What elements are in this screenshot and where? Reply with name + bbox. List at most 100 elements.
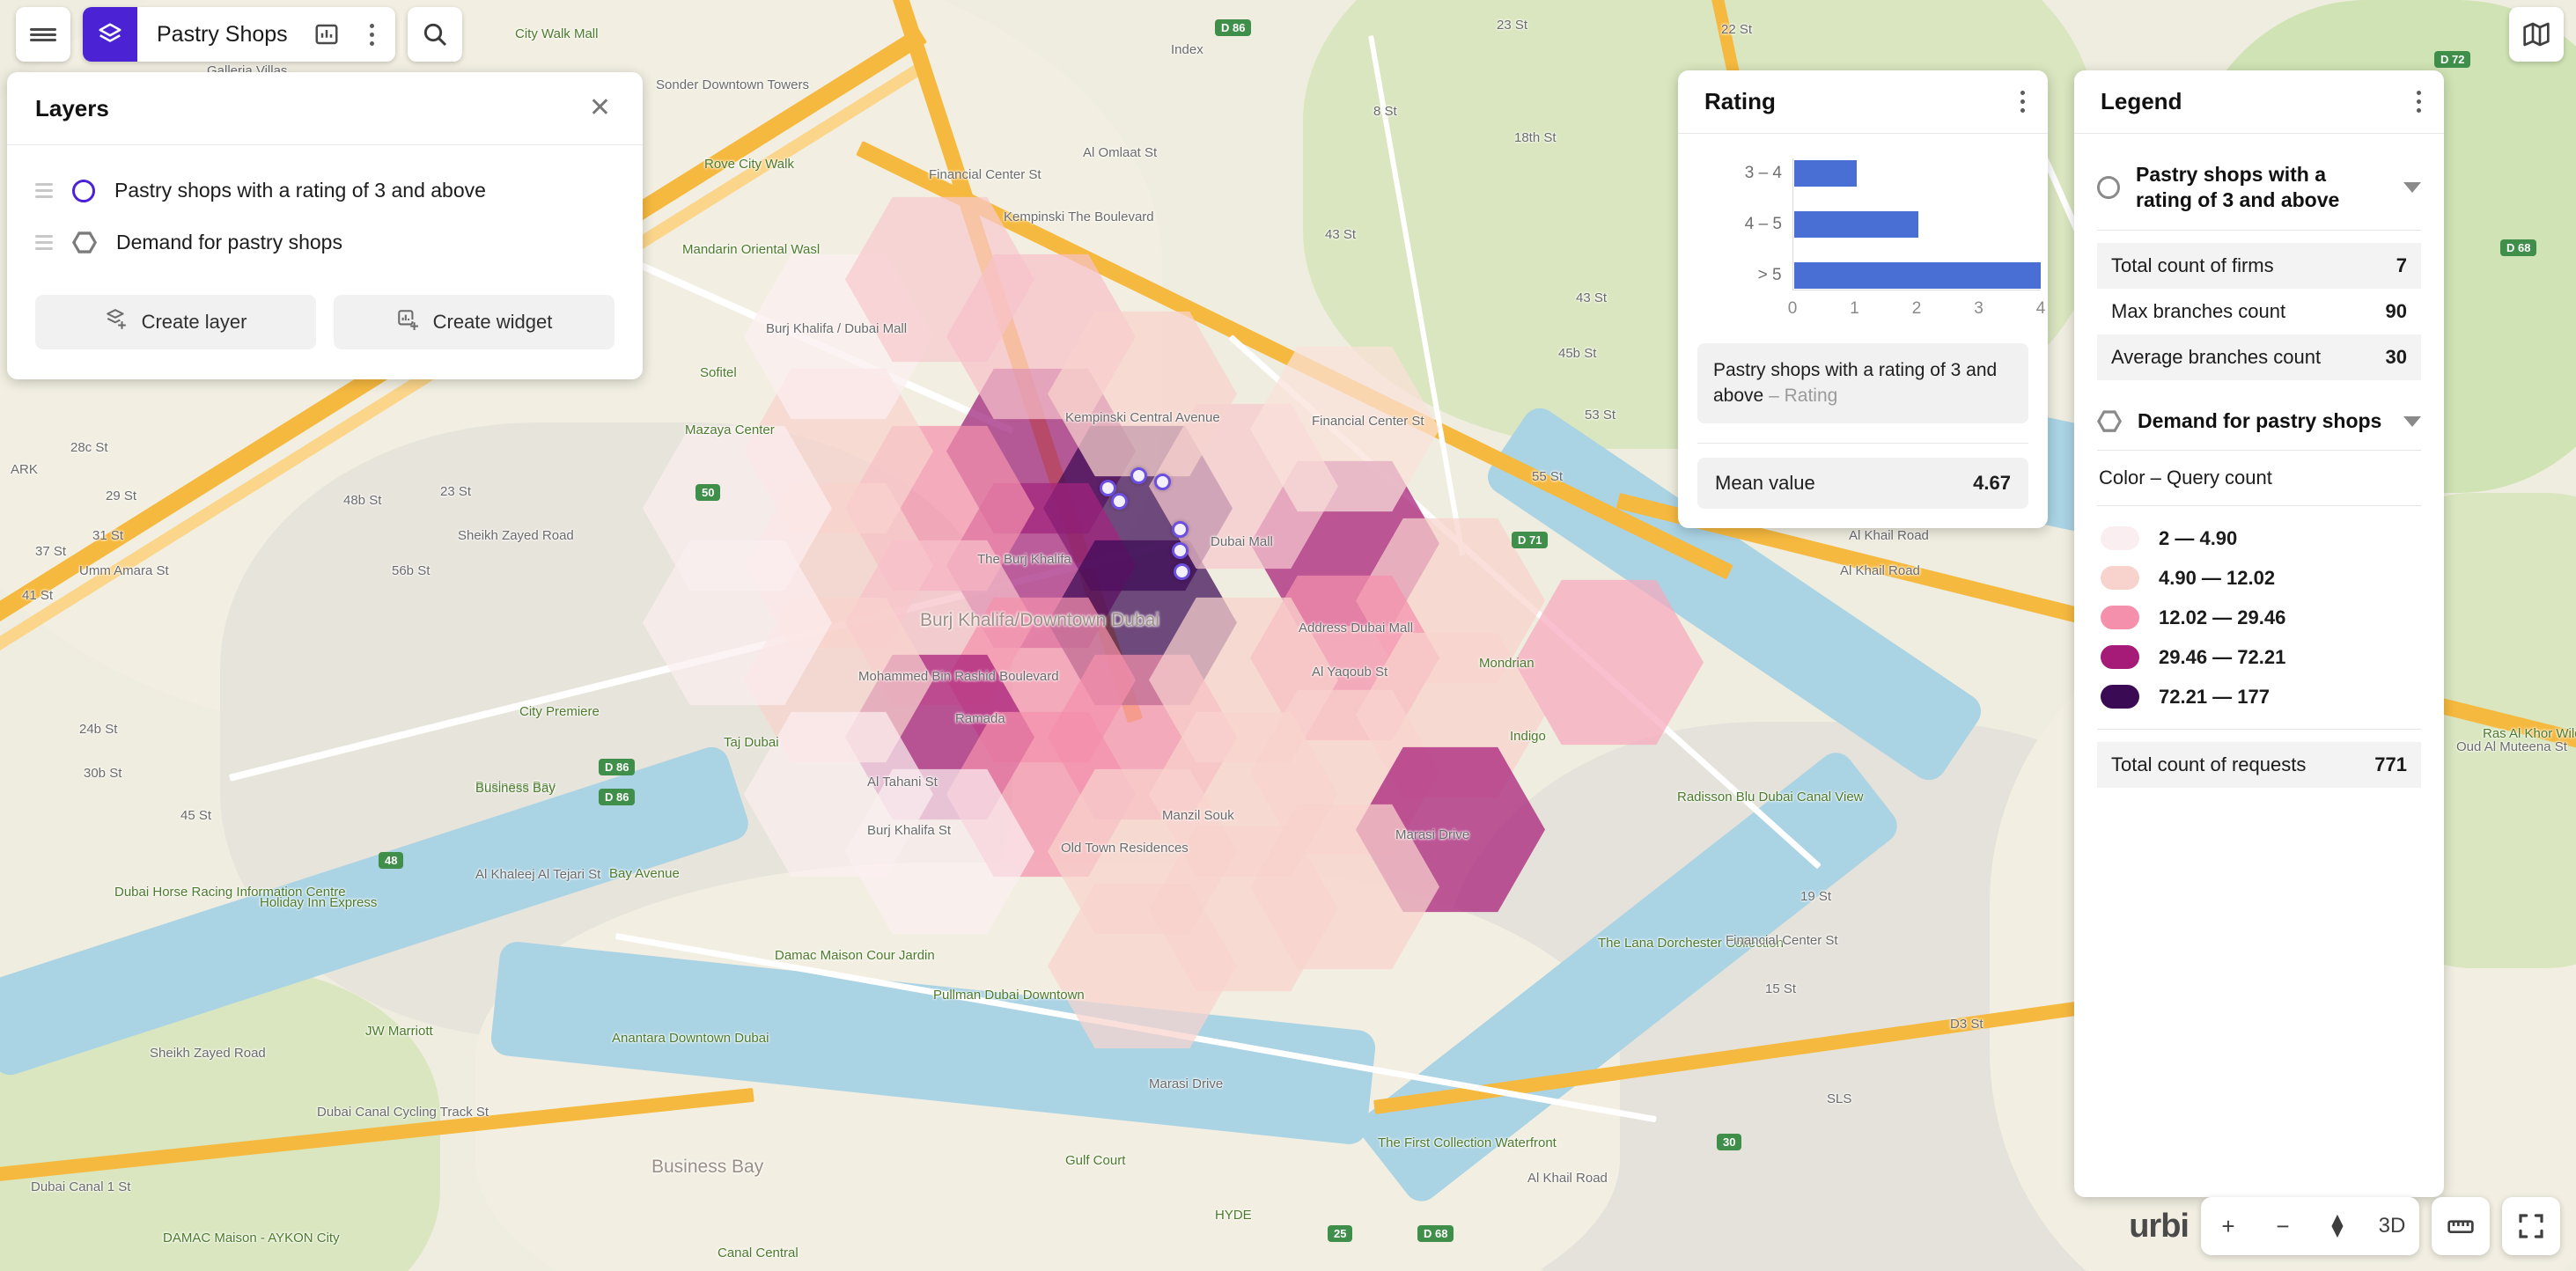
pastry-shop-marker[interactable]	[1111, 493, 1128, 510]
compass-button[interactable]	[2310, 1197, 2365, 1255]
legend-stat-value: 7	[2396, 253, 2407, 276]
layer-list-item-label: Pastry shops with a rating of 3 and abov…	[114, 179, 486, 202]
circle-outline-icon	[2097, 176, 2120, 200]
chart-x-tick-labels: 0 1 2 3 4	[1788, 299, 2046, 322]
three-d-toggle-button[interactable]: 3D	[2365, 1197, 2419, 1255]
chart-category-label: 3 – 4	[1744, 164, 1782, 182]
pastry-shop-marker[interactable]	[1130, 467, 1147, 484]
legend-stats-table: Total count of firms 7 Max branches count 9…	[2097, 242, 2421, 380]
layers-panel-header: Layers ✕	[7, 72, 643, 145]
divider	[2097, 729, 2421, 731]
fullscreen-button[interactable]	[2502, 1197, 2560, 1255]
zoom-controls: + − 3D	[2201, 1197, 2419, 1255]
legend-color-swatch	[2101, 645, 2139, 670]
chart-bar-row[interactable]: 4 – 5	[1708, 211, 2041, 238]
fullscreen-icon	[2519, 1214, 2543, 1238]
legend-swatch-row[interactable]: 12.02 — 29.46	[2097, 598, 2421, 637]
rating-subject-layer: Pastry shops with a rating of 3 and abov…	[1713, 360, 1998, 407]
legend-stats-table: Total count of requests 771	[2097, 742, 2421, 789]
rating-subject-metric: Rating	[1784, 386, 1838, 407]
legend-color-swatch	[2101, 606, 2139, 630]
chart-x-tick: 0	[1787, 299, 1798, 318]
pastry-shop-marker[interactable]	[1172, 521, 1189, 538]
layers-list: Pastry shops with a rating of 3 and abov…	[7, 145, 643, 276]
legend-color-swatch	[2101, 566, 2139, 591]
layers-panel-title: Layers	[35, 94, 109, 121]
zoom-out-button[interactable]: −	[2256, 1197, 2310, 1255]
legend-stat-value: 30	[2385, 345, 2407, 368]
divider	[2097, 229, 2421, 231]
urbi-logo: urbi	[2129, 1207, 2190, 1245]
legend-stat-row: Total count of firms 7	[2097, 242, 2421, 289]
legend-swatch-row[interactable]: 4.90 — 12.02	[2097, 558, 2421, 598]
layer-list-item[interactable]: Demand for pastry shops	[7, 217, 643, 268]
legend-section-header[interactable]: Pastry shops with a rating of 3 and abov…	[2097, 157, 2421, 230]
legend-swatch-row[interactable]: 2 — 4.90	[2097, 518, 2421, 558]
hamburger-menu-button[interactable]	[16, 7, 70, 62]
legend-panel: Legend Pastry shops with a rating of 3 a…	[2074, 70, 2444, 1197]
map-label: Index	[1171, 42, 1203, 57]
create-layer-label: Create layer	[141, 311, 247, 333]
legend-section-header[interactable]: Demand for pastry shops	[2097, 403, 2421, 450]
legend-stat-value: 90	[2385, 299, 2407, 322]
create-widget-label: Create widget	[432, 311, 553, 333]
chart-x-tick: 4	[2035, 299, 2046, 318]
pastry-shop-marker[interactable]	[1154, 474, 1171, 490]
road-shield: D 72	[2434, 51, 2471, 68]
legend-swatch-list: 2 — 4.90 4.90 — 12.02 12.02 — 29.46 29.46 —…	[2097, 506, 2421, 729]
road-shield: D 68	[1417, 1225, 1454, 1242]
chart-bar[interactable]	[1794, 160, 1857, 187]
widget-plus-icon	[396, 308, 419, 336]
chevron-down-icon[interactable]	[2403, 415, 2421, 427]
mean-value-label: Mean value	[1715, 471, 1815, 494]
map-style-icon	[2523, 22, 2550, 47]
chevron-down-icon[interactable]	[2403, 182, 2421, 194]
legend-swatch-row[interactable]: 72.21 — 177	[2097, 677, 2421, 716]
legend-stat-label: Total count of requests	[2111, 753, 2307, 776]
chart-x-tick: 1	[1850, 299, 1859, 318]
road-shield: D 71	[1512, 532, 1549, 548]
chart-bar[interactable]	[1793, 262, 2041, 289]
create-layer-button[interactable]: Create layer	[35, 295, 316, 349]
legend-stat-label: Max branches count	[2111, 299, 2286, 322]
pastry-shop-marker[interactable]	[1174, 563, 1190, 580]
create-widget-button[interactable]: Create widget	[334, 295, 615, 349]
chart-category-label: 4 – 5	[1744, 215, 1782, 233]
pastry-shop-marker[interactable]	[1172, 542, 1189, 559]
close-icon[interactable]: ✕	[580, 92, 620, 125]
chart-bar-row[interactable]: 3 – 4	[1708, 160, 2041, 187]
chart-category-label: > 5	[1757, 266, 1782, 284]
rating-bar-chart: 3 – 4 4 – 5 > 5 0 1 2 3 4	[1678, 134, 2048, 336]
chart-bar[interactable]	[1794, 211, 1918, 238]
legend-more-button[interactable]	[2417, 91, 2421, 113]
legend-swatch-label: 29.46 — 72.21	[2159, 645, 2286, 668]
map-label: 30b St	[84, 766, 122, 781]
page-title: Pastry Shops	[157, 21, 288, 47]
layers-panel-actions: Create layer Create widget	[7, 276, 643, 379]
zoom-in-button[interactable]: +	[2201, 1197, 2256, 1255]
map-label: 24b St	[79, 722, 118, 737]
road-shield: D 86	[599, 759, 636, 775]
widgets-button[interactable]	[304, 7, 350, 62]
legend-stat-label: Average branches count	[2111, 345, 2322, 368]
layers-stack-icon[interactable]	[83, 7, 137, 62]
rating-widget-more-button[interactable]	[2020, 91, 2025, 113]
rating-widget-header: Rating	[1678, 70, 2048, 134]
more-options-button[interactable]	[350, 7, 395, 62]
search-button[interactable]	[407, 7, 462, 62]
road-shield: 25	[1328, 1225, 1353, 1242]
legend-color-swatch	[2101, 685, 2139, 709]
ruler-button[interactable]	[2432, 1197, 2490, 1255]
legend-stat-value: 771	[2374, 753, 2407, 776]
drag-handle-icon[interactable]	[35, 235, 53, 250]
layer-list-item[interactable]: Pastry shops with a rating of 3 and abov…	[7, 165, 643, 217]
drag-handle-icon[interactable]	[35, 183, 53, 198]
legend-swatch-row[interactable]: 29.46 — 72.21	[2097, 637, 2421, 677]
legend-section-title: Demand for pastry shops	[2138, 408, 2382, 432]
legend-stat-label: Total count of firms	[2111, 253, 2274, 276]
chart-bar-row[interactable]: > 5	[1708, 262, 2041, 289]
hamburger-icon	[30, 27, 56, 31]
road-shield: D 86	[1215, 19, 1252, 36]
basemap-style-button[interactable]	[2509, 7, 2564, 62]
mean-value-number: 4.67	[1973, 471, 2011, 494]
